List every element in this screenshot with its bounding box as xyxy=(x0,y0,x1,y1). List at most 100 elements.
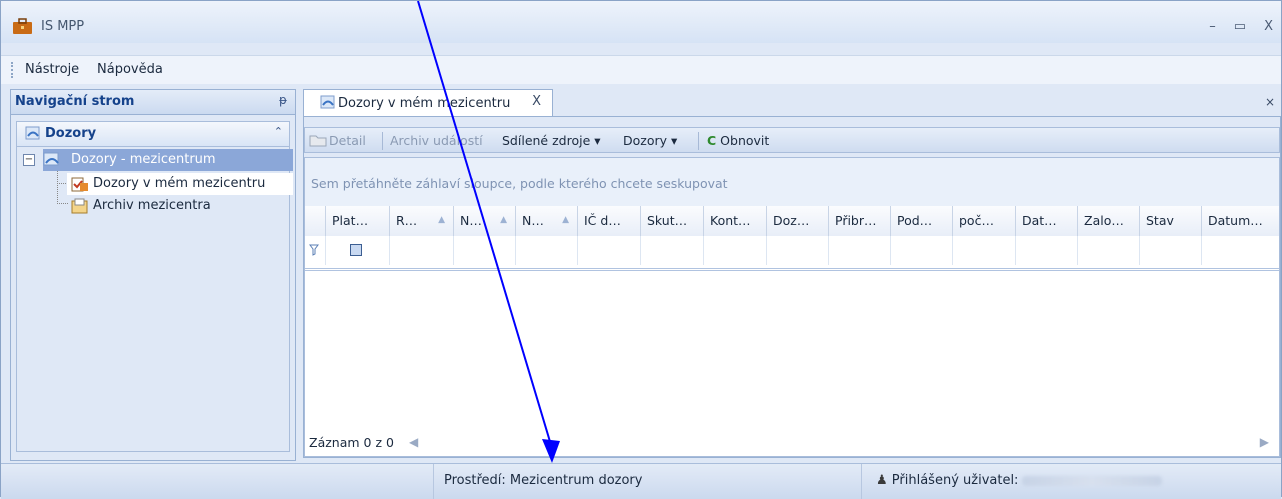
grid-header-row: Plat… R… ▲ N… ▲ N… ▲ IČ d… Skut… Kont… Doz…… xyxy=(305,206,1279,237)
column-header-label: poč… xyxy=(959,213,994,228)
obnovit-button[interactable]: C Obnovit xyxy=(707,133,769,148)
dropdown-label: Dozory xyxy=(623,133,668,148)
tree-node-dozory-v-mem-mezicentru[interactable]: Dozory v mém mezicentru xyxy=(67,173,293,195)
filter-cell[interactable] xyxy=(453,236,515,265)
filter-cell[interactable] xyxy=(640,236,703,265)
column-header-label: N… xyxy=(522,213,544,228)
column-header[interactable]: R… ▲ xyxy=(389,206,453,236)
refresh-icon: C xyxy=(707,133,717,148)
dozory-dropdown[interactable]: Dozory ▾ xyxy=(623,133,677,148)
column-header[interactable]: N… ▲ xyxy=(453,206,515,236)
filter-cell[interactable] xyxy=(1201,236,1281,265)
group-by-panel[interactable]: Sem přetáhněte záhlaví sloupce, podle kt… xyxy=(305,158,1279,207)
filter-checkbox[interactable] xyxy=(350,244,362,256)
column-header-label: Zalo… xyxy=(1084,213,1124,228)
column-header[interactable]: Doz… xyxy=(766,206,828,236)
filter-cell[interactable] xyxy=(703,236,766,265)
row-indicator-header xyxy=(305,206,325,236)
nav-group-label: Dozory xyxy=(45,126,97,141)
document-panel: Detail Archiv událostí Sdílené zdroje ▾ … xyxy=(303,116,1281,458)
obnovit-label: Obnovit xyxy=(720,133,770,148)
minimize-button[interactable]: – xyxy=(1209,19,1216,34)
filter-cell[interactable] xyxy=(1139,236,1201,265)
tab-dozory-v-mem-mezicentru[interactable]: Dozory v mém mezicentru X xyxy=(303,89,553,116)
archiv-udalosti-button[interactable]: Archiv událostí xyxy=(390,133,483,148)
group-by-hint: Sem přetáhněte záhlaví sloupce, podle kt… xyxy=(311,176,728,191)
redacted-user-name xyxy=(1022,475,1163,486)
scroll-left-icon[interactable]: ◀ xyxy=(409,435,418,449)
filter-cell[interactable] xyxy=(325,236,389,265)
filter-cell[interactable] xyxy=(952,236,1015,265)
column-header[interactable]: IČ d… xyxy=(577,206,640,236)
data-grid: Sem přetáhněte záhlaví sloupce, podle kt… xyxy=(304,157,1280,457)
scroll-right-icon[interactable]: ▶ xyxy=(1260,435,1269,449)
filter-cell[interactable] xyxy=(515,236,577,265)
menu-bar: Nástroje Nápověda xyxy=(1,55,1281,84)
clipboard-check-icon xyxy=(71,177,88,192)
tree-node-label: Archiv mezicentra xyxy=(93,198,211,213)
filter-row xyxy=(305,236,1279,271)
filter-cell[interactable] xyxy=(389,236,453,265)
column-header[interactable]: Skut… xyxy=(640,206,703,236)
dozory-tab-icon xyxy=(320,95,335,109)
sort-asc-icon: ▲ xyxy=(500,215,507,225)
toolbar-separator xyxy=(698,132,699,150)
filter-icon xyxy=(309,244,319,256)
dozory-group-icon xyxy=(25,126,40,140)
tree-node-archiv-mezicentra[interactable]: Archiv mezicentra xyxy=(67,195,293,217)
toolbar-separator xyxy=(382,132,383,150)
navigation-panel-header: Navigační strom ᵽ xyxy=(11,90,295,115)
dropdown-arrow-icon: ▾ xyxy=(594,133,601,148)
column-header-label: Pod… xyxy=(897,213,933,228)
column-header[interactable]: poč… xyxy=(952,206,1015,236)
column-header[interactable]: Pod… xyxy=(890,206,952,236)
tree-collapse-icon[interactable]: − xyxy=(23,154,35,166)
column-header[interactable]: Přibr… xyxy=(828,206,890,236)
close-window-button[interactable]: X xyxy=(1264,19,1273,34)
column-header-label: R… xyxy=(396,213,418,228)
filter-cell[interactable] xyxy=(890,236,952,265)
document-tab-strip: Dozory v mém mezicentru X × xyxy=(303,89,1282,116)
tab-close-icon[interactable]: X xyxy=(532,94,541,109)
sort-asc-icon: ▲ xyxy=(438,215,445,225)
column-header-label: Plat… xyxy=(332,213,369,228)
tree-node-label: Dozory v mém mezicentru xyxy=(93,176,266,191)
column-header[interactable]: N… ▲ xyxy=(515,206,577,236)
app-window: IS MPP – ▭ X Nástroje Nápověda Navigační… xyxy=(0,0,1282,499)
column-header[interactable]: Zalo… xyxy=(1077,206,1139,236)
tree-node-dozory-mezicentrum[interactable]: Dozory - mezicentrum xyxy=(43,149,293,171)
window-title: IS MPP xyxy=(41,19,85,34)
filter-cell[interactable] xyxy=(1077,236,1139,265)
menu-napoveda[interactable]: Nápověda xyxy=(97,62,163,77)
collapse-chevron-icon[interactable]: ⌃ xyxy=(274,125,283,138)
column-header[interactable]: Stav xyxy=(1139,206,1201,236)
column-header[interactable]: Dat… xyxy=(1015,206,1077,236)
detail-button[interactable]: Detail xyxy=(329,133,366,148)
column-header[interactable]: Plat… xyxy=(325,206,389,236)
user-status: ♟ Přihlášený uživatel: xyxy=(876,473,1163,488)
column-header-label: Dat… xyxy=(1022,213,1057,228)
pin-icon[interactable]: ᵽ xyxy=(279,93,287,107)
status-segment-environment: Prostředí: Mezicentrum dozory xyxy=(433,464,862,499)
column-header[interactable]: Datum… xyxy=(1201,206,1281,236)
column-header-label: IČ d… xyxy=(584,213,621,228)
filter-cell[interactable] xyxy=(1015,236,1077,265)
panel-close-icon[interactable]: × xyxy=(1265,95,1275,109)
menu-grip-icon xyxy=(11,62,15,78)
column-header-label: Skut… xyxy=(647,213,688,228)
column-header[interactable]: Kont… xyxy=(703,206,766,236)
filter-cell[interactable] xyxy=(828,236,890,265)
status-segment-user: ♟ Přihlášený uživatel: xyxy=(861,464,1282,499)
record-counter: Záznam 0 z 0 xyxy=(309,435,394,450)
sdilene-zdroje-dropdown[interactable]: Sdílené zdroje ▾ xyxy=(502,133,601,148)
menu-nastroje[interactable]: Nástroje xyxy=(25,62,79,77)
filter-cell[interactable] xyxy=(766,236,828,265)
maximize-button[interactable]: ▭ xyxy=(1234,19,1246,34)
filter-cell[interactable] xyxy=(577,236,640,265)
navigation-panel: Navigační strom ᵽ Dozory ⌃ − Dozory - me… xyxy=(10,89,296,461)
tree-node-label: Dozory - mezicentrum xyxy=(71,152,216,167)
column-header-label: Datum… xyxy=(1208,213,1263,228)
toolbar: Detail Archiv událostí Sdílené zdroje ▾ … xyxy=(304,127,1280,153)
status-bar: Prostředí: Mezicentrum dozory ♟ Přihláše… xyxy=(1,463,1281,499)
nav-group-dozory[interactable]: Dozory ⌃ xyxy=(16,121,290,147)
